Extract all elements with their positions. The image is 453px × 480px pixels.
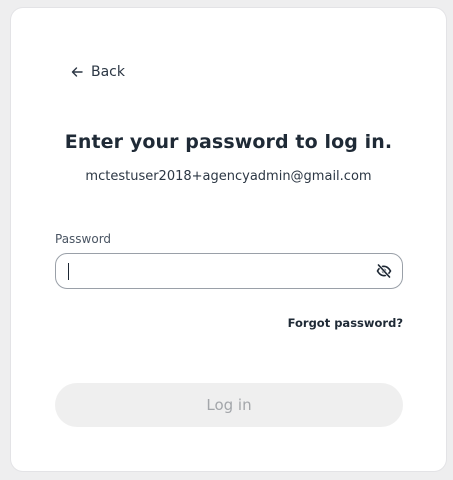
password-label: Password: [55, 232, 112, 246]
user-email: mctestuser2018+agencyadmin@gmail.com: [85, 169, 372, 184]
password-field[interactable]: [55, 253, 403, 289]
eye-off-icon[interactable]: [376, 263, 392, 279]
forgot-password-link[interactable]: Forgot password?: [288, 316, 403, 330]
back-label: Back: [91, 64, 125, 80]
password-input[interactable]: [68, 254, 358, 288]
login-button[interactable]: Log in: [55, 383, 403, 427]
login-card: Back Enter your password to log in. mcte…: [11, 8, 446, 471]
arrow-left-icon: [71, 66, 83, 78]
text-caret: [68, 263, 69, 280]
back-link[interactable]: Back: [71, 64, 125, 80]
page-title: Enter your password to log in.: [64, 131, 393, 153]
